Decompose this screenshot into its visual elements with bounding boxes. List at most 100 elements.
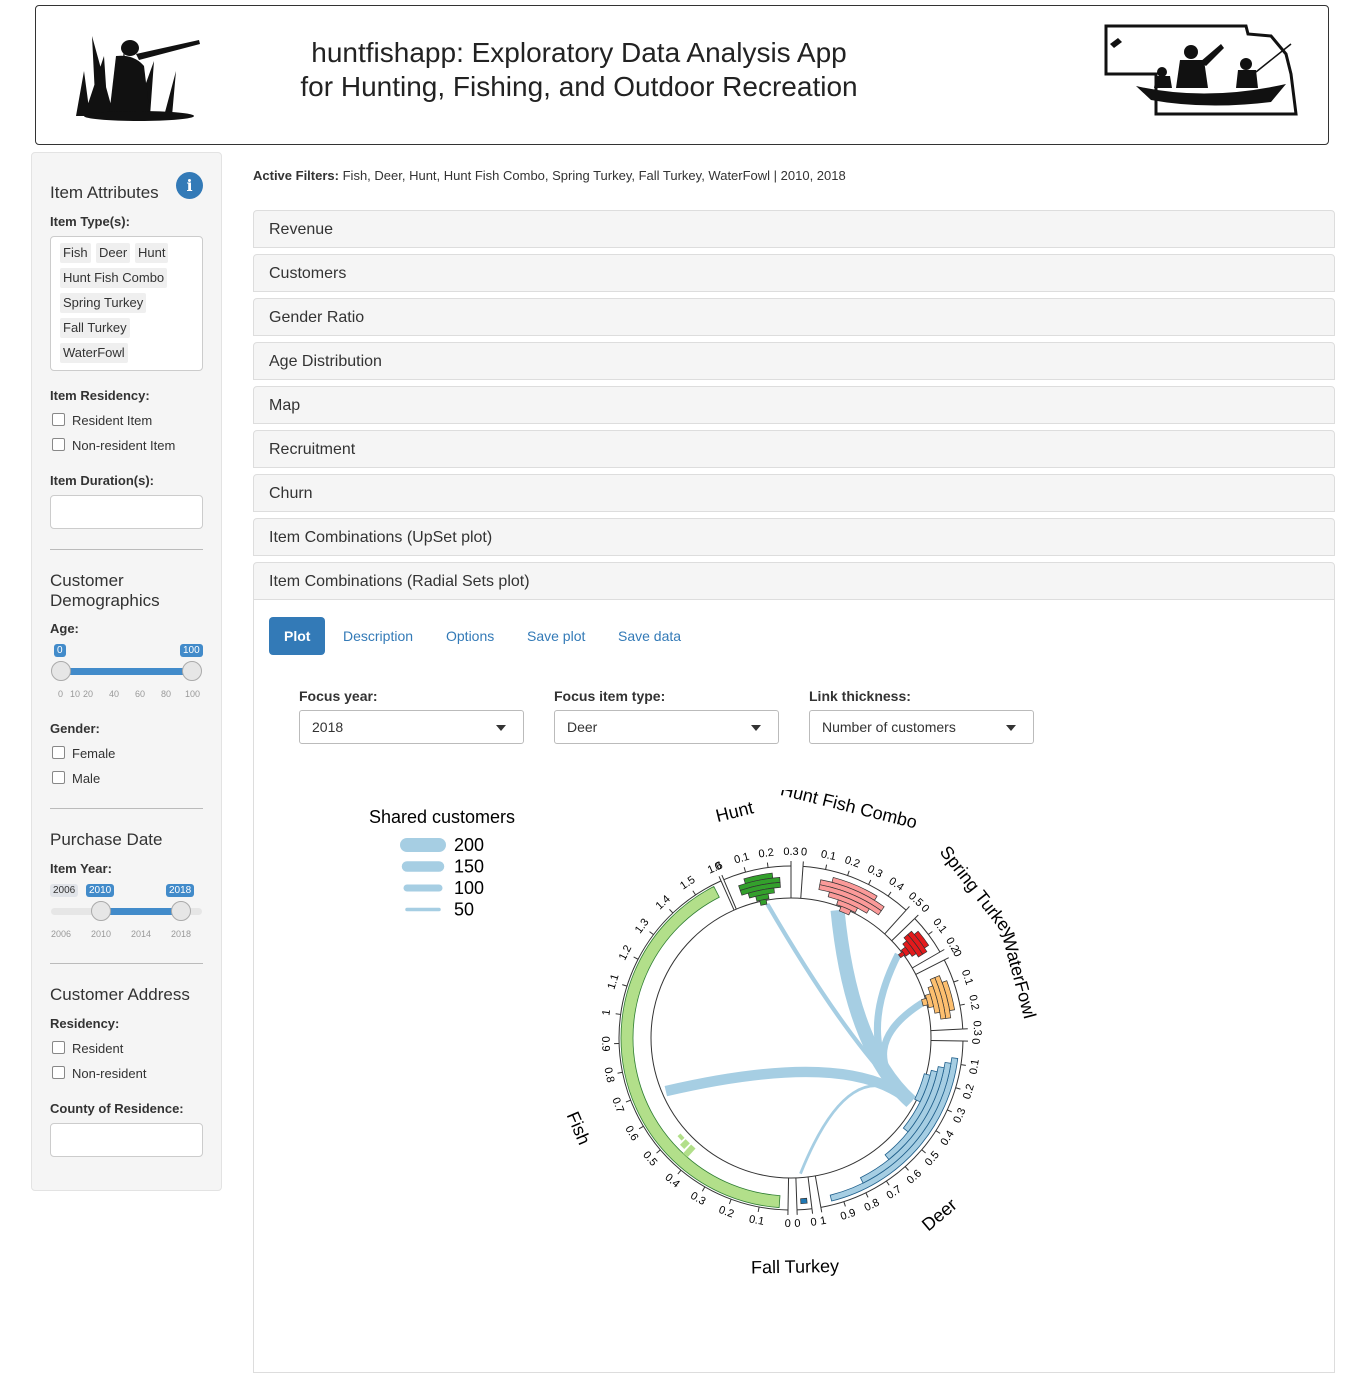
sector-axis [796, 1208, 813, 1211]
axis-tick [638, 1125, 644, 1130]
panel-map[interactable]: Map [253, 386, 1335, 424]
axis-tick-label: 0.5 [640, 1149, 659, 1168]
axis-tick [935, 1130, 941, 1134]
axis-tick-label: 0.4 [886, 875, 905, 894]
panel-radial-sets-plot[interactable]: Item Combinations (Radial Sets plot) [253, 562, 1335, 600]
axis-tick-label: 0.3 [970, 1020, 983, 1036]
item-residency-label: Item Residency: [50, 388, 150, 403]
axis-tick [721, 874, 725, 880]
item-type-chip-hunt-fish-combo[interactable]: Hunt Fish Combo [60, 268, 168, 288]
county-label: County of Residence: [50, 1101, 184, 1116]
axis-tick-label: 0.4 [662, 1171, 681, 1190]
sector-label: Deer [918, 1195, 961, 1235]
link-thickness-value: Number of customers [822, 719, 956, 735]
legend-label: 150 [454, 857, 484, 877]
panel-title: Churn [269, 485, 313, 502]
active-filters-label: Active Filters: [253, 168, 339, 183]
year-tick-label: 2018 [171, 929, 192, 939]
item-type-chip-hunt[interactable]: Hunt [135, 243, 169, 263]
axis-tick-label: 1.5 [678, 874, 697, 892]
focus-year-select[interactable]: 2018 [299, 710, 524, 744]
item-type-chip-spring-turkey[interactable]: Spring Turkey [60, 293, 147, 313]
axis-tick [914, 914, 919, 919]
non-resident-checkbox[interactable]: Non-resident [52, 1066, 146, 1082]
item-duration-input[interactable] [50, 495, 203, 529]
tab-options[interactable]: Options [446, 617, 494, 655]
link-thickness-select[interactable]: Number of customers [809, 710, 1034, 744]
age-tick-label: 40 [109, 689, 120, 699]
axis-tick [622, 984, 628, 987]
age-slider-to-handle[interactable] [182, 661, 202, 681]
item-type-chip-waterfowl[interactable]: WaterFowl [60, 343, 128, 363]
axis-tick [847, 870, 850, 876]
info-icon[interactable]: i [176, 172, 203, 199]
tab-description[interactable]: Description [343, 617, 413, 655]
item-attributes-heading: Item Attributes [50, 183, 159, 202]
sector-divider [787, 1177, 790, 1210]
panel-upset-plot[interactable]: Item Combinations (UpSet plot) [253, 518, 1335, 556]
axis-tick [947, 1109, 953, 1113]
panel-recruitment[interactable]: Recruitment [253, 430, 1335, 468]
year-slider-from-handle[interactable] [91, 901, 111, 921]
sector-divider [915, 959, 945, 975]
axis-tick-label: 0.1 [968, 1058, 982, 1075]
axis-tick-label: 0.6 [622, 1124, 640, 1143]
panel-title: Age Distribution [269, 353, 382, 370]
item-types-label: Item Type(s): [50, 214, 130, 229]
app-title: huntfishapp: Exploratory Data Analysis A… [36, 36, 1122, 104]
tab-save-data[interactable]: Save data [618, 617, 681, 655]
county-input[interactable] [50, 1123, 203, 1157]
axis-tick [887, 891, 892, 897]
axis-tick [649, 931, 654, 936]
female-checkbox[interactable]: Female [52, 746, 115, 762]
non-resident-item-checkbox[interactable]: Non-resident Item [52, 438, 175, 454]
item-year-slider[interactable]: 2006 2010 2018 2006 2010 2014 2018 [50, 881, 203, 941]
legend-title: Shared customers [369, 807, 515, 827]
active-filters: Active Filters: Fish, Deer, Hunt, Hunt F… [253, 168, 846, 183]
male-checkbox[interactable]: Male [52, 771, 100, 787]
panel-revenue[interactable]: Revenue [253, 210, 1335, 248]
axis-tick [886, 1180, 890, 1186]
axis-tick-label: 0.2 [758, 847, 775, 861]
axis-tick [905, 906, 910, 911]
axis-tick [868, 879, 872, 885]
item-type-chip-deer[interactable]: Deer [96, 243, 131, 263]
resident-checkbox[interactable]: Resident [52, 1041, 123, 1057]
axis-tick [921, 1149, 926, 1154]
customer-address-heading: Customer Address [50, 985, 190, 1004]
panel-churn[interactable]: Churn [253, 474, 1335, 512]
sector-bar [759, 898, 768, 906]
tab-plot[interactable]: Plot [269, 617, 326, 655]
axis-tick-label: 1 [819, 1215, 827, 1228]
focus-item-select[interactable]: Deer [554, 710, 779, 744]
tab-save-plot[interactable]: Save plot [527, 617, 585, 655]
sector-fall-turkey: 00Fall Turkey [751, 1176, 839, 1277]
panel-gender-ratio[interactable]: Gender Ratio [253, 298, 1335, 336]
axis-tick-label: 0.8 [601, 1066, 616, 1083]
axis-tick-label: 0 [794, 1218, 801, 1230]
age-tick-label: 60 [135, 689, 146, 699]
axis-tick-label: 0.2 [843, 854, 861, 870]
panel-customers[interactable]: Customers [253, 254, 1335, 292]
sector-label: Fish [563, 1109, 595, 1148]
item-type-chip-fish[interactable]: Fish [60, 243, 91, 263]
item-type-chip-fall-turkey[interactable]: Fall Turkey [60, 318, 130, 338]
active-filters-value: Fish, Deer, Hunt, Hunt Fish Combo, Sprin… [342, 168, 846, 183]
sector-divider [930, 1039, 963, 1042]
sector-divider [795, 1177, 798, 1210]
year-slider-to-handle[interactable] [171, 901, 191, 921]
sectors: 00.1 0.2 0.3Hunt0 0.1 0.20.30.40.5Hunt Fish … [563, 790, 1040, 1277]
item-types-select[interactable]: Fish Deer Hunt Hunt Fish Combo Spring Tu… [50, 236, 203, 371]
axis-tick-label: 0.2 [966, 994, 981, 1011]
panel-age-distribution[interactable]: Age Distribution [253, 342, 1335, 380]
age-slider[interactable]: 0 100 0 10 20 40 60 80 100 [50, 641, 203, 701]
divider [50, 549, 203, 550]
resident-label: Resident [72, 1041, 124, 1056]
panel-title: Map [269, 397, 301, 414]
focus-year-value: 2018 [312, 719, 344, 735]
sector-divider [814, 1175, 822, 1208]
axis-tick [757, 1206, 760, 1213]
age-slider-from-handle[interactable] [51, 661, 71, 681]
resident-item-checkbox[interactable]: Resident Item [52, 413, 152, 429]
axis-tick-label: 0.1 [820, 848, 837, 863]
